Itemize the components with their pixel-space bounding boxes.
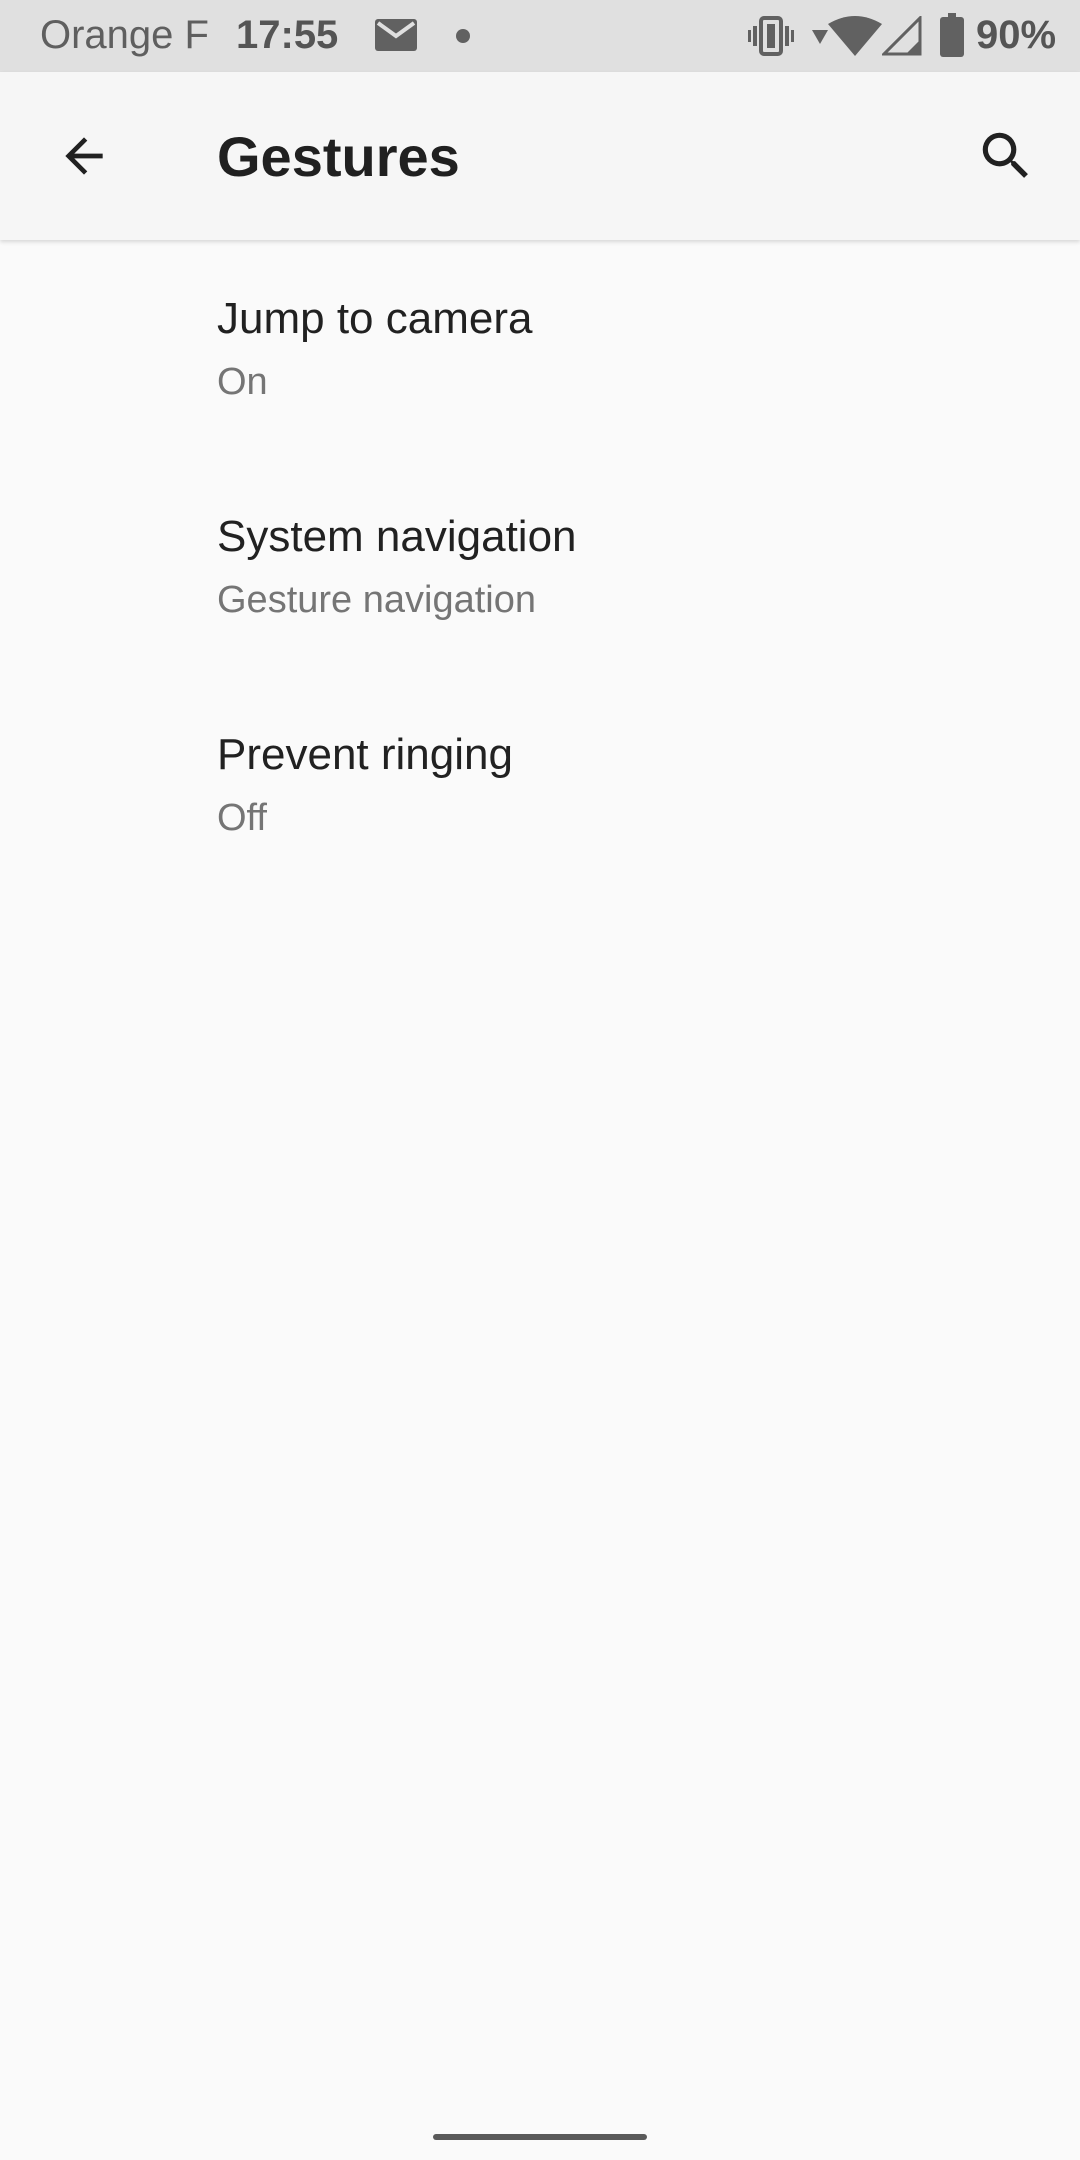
settings-screen: Orange F 17:55 90% Gestures Jump to came… xyxy=(0,0,1080,2160)
gestures-list: Jump to camera On System navigation Gest… xyxy=(0,240,1080,894)
page-title: Gestures xyxy=(217,125,460,188)
wifi-icon xyxy=(828,16,882,56)
list-item-prevent-ringing[interactable]: Prevent ringing Off xyxy=(0,676,1080,894)
battery-percentage: 90% xyxy=(976,13,1057,57)
search-button[interactable] xyxy=(966,116,1046,196)
list-item-title: Prevent ringing xyxy=(217,730,513,779)
vibrate-icon xyxy=(748,16,794,56)
list-item-title: System navigation xyxy=(217,512,577,561)
battery-icon xyxy=(940,13,964,57)
gesture-nav-handle[interactable] xyxy=(433,2134,647,2140)
data-arrow-icon xyxy=(812,30,828,44)
list-item-jump-to-camera[interactable]: Jump to camera On xyxy=(0,240,1080,458)
carrier-name: Orange F xyxy=(40,13,209,57)
list-item-summary: Gesture navigation xyxy=(217,579,536,621)
app-bar: Gestures xyxy=(0,72,1080,240)
list-item-summary: Off xyxy=(217,797,267,839)
mail-icon xyxy=(375,19,417,51)
status-time: 17:55 xyxy=(236,13,339,57)
back-button[interactable] xyxy=(44,116,124,196)
status-bar: Orange F 17:55 90% xyxy=(0,0,1080,72)
signal-icon xyxy=(882,16,922,56)
list-item-summary: On xyxy=(217,361,268,403)
list-item-system-navigation[interactable]: System navigation Gesture navigation xyxy=(0,458,1080,676)
list-item-title: Jump to camera xyxy=(217,294,533,343)
arrow-back-icon xyxy=(65,137,103,175)
search-icon xyxy=(982,132,1028,178)
dot-icon xyxy=(456,29,470,43)
